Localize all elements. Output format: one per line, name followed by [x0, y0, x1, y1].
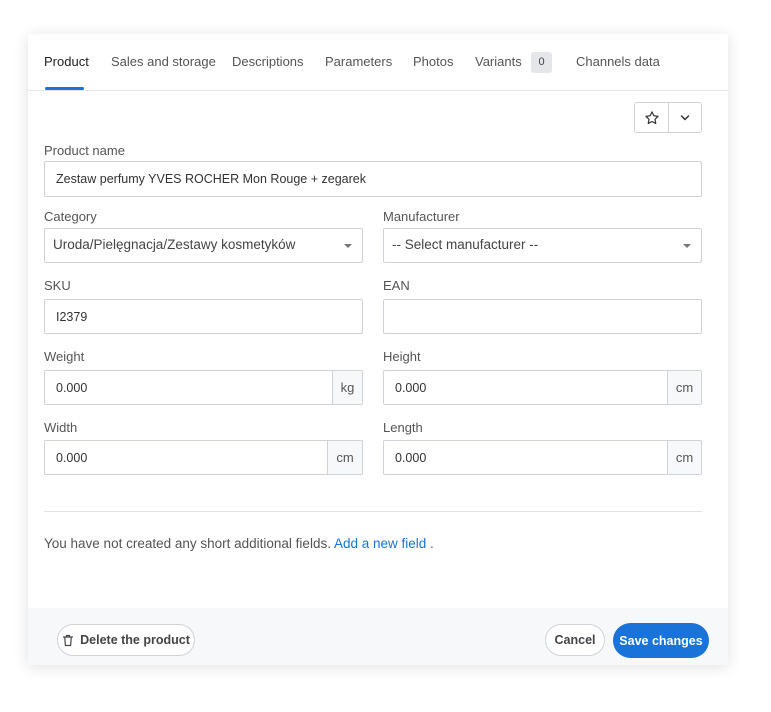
tab-sales-and-storage[interactable]: Sales and storage: [111, 54, 216, 69]
width-label: Width: [44, 420, 78, 435]
length-unit: cm: [667, 441, 701, 474]
width-unit: cm: [327, 441, 362, 474]
product-name-label: Product name: [44, 143, 125, 158]
weight-input[interactable]: 0.000 kg: [44, 370, 363, 405]
tab-parameters[interactable]: Parameters: [325, 54, 392, 69]
additional-fields-text: You have not created any short additiona…: [44, 536, 331, 551]
tab-channels-data[interactable]: Channels data: [576, 54, 660, 69]
category-label: Category: [44, 209, 97, 224]
width-input[interactable]: 0.000 cm: [44, 440, 363, 475]
weight-label: Weight: [44, 349, 85, 364]
product-name-input[interactable]: Zestaw perfumy YVES ROCHER Mon Rouge + z…: [44, 161, 702, 197]
length-input[interactable]: 0.000 cm: [383, 440, 702, 475]
favorite-button-group: [634, 102, 702, 133]
cancel-button[interactable]: Cancel: [545, 624, 605, 656]
sku-label: SKU: [44, 278, 71, 293]
tab-product[interactable]: Product: [44, 54, 89, 69]
additional-fields-suffix: .: [430, 536, 434, 551]
category-value: Uroda/Pielęgnacja/Zestawy kosmetyków: [53, 237, 296, 252]
footer-bar: Delete the product Cancel Save changes: [28, 608, 728, 665]
manufacturer-label: Manufacturer: [383, 209, 460, 224]
weight-unit: kg: [332, 371, 362, 404]
manufacturer-value: -- Select manufacturer --: [392, 237, 539, 252]
tab-bar: Product Sales and storage Descriptions P…: [28, 34, 728, 91]
height-unit: cm: [667, 371, 701, 404]
tab-variants[interactable]: Variants: [475, 54, 522, 69]
variants-count-badge: 0: [531, 52, 552, 73]
caret-down-icon: [344, 244, 352, 248]
height-label: Height: [383, 349, 421, 364]
caret-down-icon: [683, 244, 691, 248]
weight-value: 0.000: [56, 381, 88, 395]
tab-descriptions[interactable]: Descriptions: [232, 54, 304, 69]
category-select[interactable]: Uroda/Pielęgnacja/Zestawy kosmetyków: [44, 228, 363, 263]
favorite-button[interactable]: [635, 103, 669, 132]
delete-product-button[interactable]: Delete the product: [57, 624, 195, 656]
additional-fields-message: You have not created any short additiona…: [44, 536, 434, 551]
sku-value: I2379: [56, 310, 88, 324]
length-value: 0.000: [395, 451, 427, 465]
active-tab-indicator: [45, 87, 84, 90]
sku-input[interactable]: I2379: [44, 299, 363, 334]
section-divider: [44, 511, 702, 512]
cancel-label: Cancel: [554, 633, 596, 647]
tab-photos[interactable]: Photos: [413, 54, 453, 69]
save-changes-label: Save changes: [619, 633, 703, 648]
more-options-button[interactable]: [669, 103, 701, 132]
manufacturer-select[interactable]: -- Select manufacturer --: [383, 228, 702, 263]
trash-icon: [63, 634, 74, 646]
save-changes-button[interactable]: Save changes: [613, 623, 709, 658]
delete-product-label: Delete the product: [80, 633, 190, 647]
width-value: 0.000: [56, 451, 88, 465]
height-value: 0.000: [395, 381, 427, 395]
ean-label: EAN: [383, 278, 410, 293]
height-input[interactable]: 0.000 cm: [383, 370, 702, 405]
product-edit-panel: Product Sales and storage Descriptions P…: [28, 34, 728, 665]
add-new-field-link[interactable]: Add a new field: [334, 536, 426, 551]
star-icon: [644, 110, 659, 124]
product-name-value: Zestaw perfumy YVES ROCHER Mon Rouge + z…: [56, 172, 366, 186]
length-label: Length: [383, 420, 423, 435]
ean-input[interactable]: [383, 299, 702, 334]
chevron-down-icon: [680, 114, 690, 120]
